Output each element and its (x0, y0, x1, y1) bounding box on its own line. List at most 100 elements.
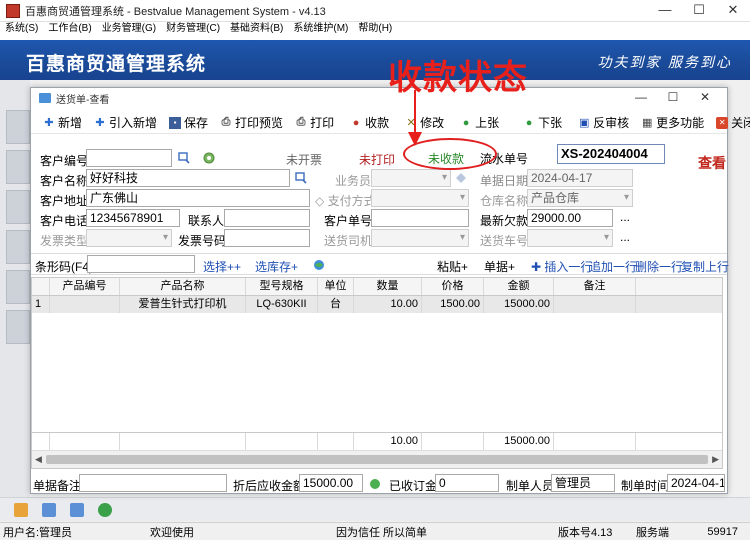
col-header-code[interactable]: 产品编号 (50, 278, 120, 295)
grid-header: 产品编号 产品名称 型号规格 单位 数量 价格 金额 备注 (32, 278, 722, 296)
status-server: 服务端 (636, 526, 669, 539)
folder-icon[interactable] (14, 502, 28, 517)
row-remark[interactable] (554, 296, 636, 313)
row-model[interactable]: LQ-630KII (246, 296, 318, 313)
col-header-amount[interactable]: 金额 (484, 278, 554, 295)
status-version: 版本号4.13 (558, 526, 613, 539)
contact-input[interactable] (224, 209, 310, 227)
scrollbar-thumb[interactable] (46, 455, 708, 464)
menu-maintenance[interactable]: 系统维护(M) (288, 22, 353, 37)
search-icon[interactable] (178, 152, 190, 164)
col-header-name[interactable]: 产品名称 (120, 278, 246, 295)
row-price[interactable]: 1500.00 (422, 296, 484, 313)
scroll-right-icon[interactable]: ▶ (712, 454, 719, 465)
toolbar-print-preview-button[interactable]: ⎙ 打印预览 (220, 114, 283, 131)
discount-amount-field[interactable]: 15000.00 (299, 474, 363, 492)
menu-business[interactable]: 业务管理(G) (97, 22, 161, 37)
network-icon[interactable] (70, 502, 84, 517)
clear-icon[interactable] (455, 172, 467, 184)
latest-debt-field[interactable]: 29000.00 (527, 209, 613, 227)
col-header-qty[interactable]: 数量 (354, 278, 422, 295)
calculator-icon[interactable] (42, 502, 56, 517)
select-stock-link[interactable]: 选库存+ (255, 258, 298, 275)
barcode-input[interactable] (87, 255, 195, 273)
menu-finance[interactable]: 财务管理(C) (161, 22, 225, 37)
left-tile[interactable] (6, 190, 30, 224)
creator-field[interactable]: 管理员 (551, 474, 615, 492)
col-header-remark[interactable]: 备注 (554, 278, 636, 295)
customer-order-input[interactable] (371, 209, 469, 227)
toolbar-prev-button[interactable]: ● 上张 (460, 114, 499, 131)
dialog-minimize-button[interactable]: — (625, 88, 657, 106)
minimize-button[interactable]: — (648, 0, 682, 22)
create-time-field[interactable]: 2024-04-17 (667, 474, 725, 492)
remark-input[interactable] (79, 474, 227, 492)
left-panel (0, 80, 30, 520)
left-tile[interactable] (6, 150, 30, 184)
undo-icon: ▣ (578, 117, 590, 129)
driver-select[interactable] (371, 229, 469, 247)
copy-row-link[interactable]: 复制上行 (681, 258, 729, 275)
customer-code-input[interactable] (86, 149, 172, 167)
scroll-left-icon[interactable]: ◀ (35, 454, 42, 465)
toolbar-print-button[interactable]: ⎙ 打印 (295, 114, 334, 131)
col-header-price[interactable]: 价格 (422, 278, 484, 295)
row-name[interactable]: 爱普生针式打印机 (120, 296, 246, 313)
col-header-index[interactable] (32, 278, 50, 295)
customer-name-input[interactable]: 好好科技 (86, 169, 290, 187)
customer-info-icon[interactable] (203, 152, 215, 164)
maximize-button[interactable]: ☐ (682, 0, 716, 22)
close-window-button[interactable]: ✕ (716, 0, 750, 22)
col-header-unit[interactable]: 单位 (318, 278, 354, 295)
debt-more-button[interactable]: ... (620, 210, 630, 224)
order-no-field[interactable]: XS-202404004 (557, 144, 665, 164)
toolbar-close-button[interactable]: ✕ 关闭 (716, 114, 750, 131)
row-code[interactable] (50, 296, 120, 313)
vehicle-more-button[interactable]: ... (620, 230, 630, 244)
menu-basic-data[interactable]: 基础资料(B) (225, 22, 288, 37)
toolbar-new-button[interactable]: ✚ 新增 (43, 114, 82, 131)
warehouse-select[interactable]: 产品仓库 (527, 189, 633, 207)
dialog-maximize-button[interactable]: ☐ (657, 88, 689, 106)
globe-icon[interactable] (313, 259, 325, 271)
left-tile[interactable] (6, 230, 30, 264)
toolbar-import-new-button[interactable]: ✚ 引入新增 (94, 114, 157, 131)
append-row-link[interactable]: 追加一行 (589, 258, 637, 275)
row-unit[interactable]: 台 (318, 296, 354, 313)
toolbar-more-button[interactable]: ▦ 更多功能 (641, 114, 704, 131)
document-link[interactable]: 单据+ (484, 258, 515, 275)
customer-phone-input[interactable]: 12345678901 (86, 209, 180, 227)
plus-icon: ✚ (44, 117, 54, 129)
left-tile[interactable] (6, 110, 30, 144)
pay-method-select[interactable] (371, 189, 469, 207)
paste-link[interactable]: 粘贴+ (437, 258, 468, 275)
menu-help[interactable]: 帮助(H) (353, 22, 397, 37)
toolbar-next-button[interactable]: ● 下张 (523, 114, 562, 131)
dialog-close-button[interactable]: ✕ (689, 88, 721, 106)
refresh-icon[interactable] (98, 502, 112, 517)
menu-system[interactable]: 系统(S) (0, 22, 43, 37)
order-date-input[interactable]: 2024-04-17 (527, 169, 633, 187)
toolbar-unaudit-button[interactable]: ▣ 反审核 (578, 114, 629, 131)
delete-row-link[interactable]: 删除一行 (635, 258, 683, 275)
vehicle-select[interactable] (527, 229, 613, 247)
deposit-field[interactable]: 0 (435, 474, 499, 492)
search-icon[interactable] (295, 172, 307, 184)
toolbar-save-button[interactable]: ▪ 保存 (169, 114, 208, 131)
invoice-type-select[interactable] (86, 229, 172, 247)
toolbar-collect-button[interactable]: ● 收款 (350, 114, 389, 131)
row-amount[interactable]: 15000.00 (484, 296, 554, 313)
customer-address-input[interactable]: 广东佛山 (86, 189, 310, 207)
select-products-link[interactable]: 选择++ (203, 258, 241, 275)
left-tile[interactable] (6, 310, 30, 344)
horizontal-scrollbar[interactable]: ◀ ▶ (32, 450, 722, 468)
table-row[interactable]: 1 爱普生针式打印机 LQ-630KII 台 10.00 1500.00 150… (32, 296, 722, 313)
invoice-no-input[interactable] (224, 229, 310, 247)
salesman-select[interactable] (371, 169, 451, 187)
row-qty[interactable]: 10.00 (354, 296, 422, 313)
col-header-model[interactable]: 型号规格 (246, 278, 318, 295)
menu-workbench[interactable]: 工作台(B) (43, 22, 96, 37)
insert-row-link[interactable]: ✚ 插入一行 (531, 258, 592, 275)
grid-icon: ▦ (641, 117, 653, 129)
left-tile[interactable] (6, 270, 30, 304)
